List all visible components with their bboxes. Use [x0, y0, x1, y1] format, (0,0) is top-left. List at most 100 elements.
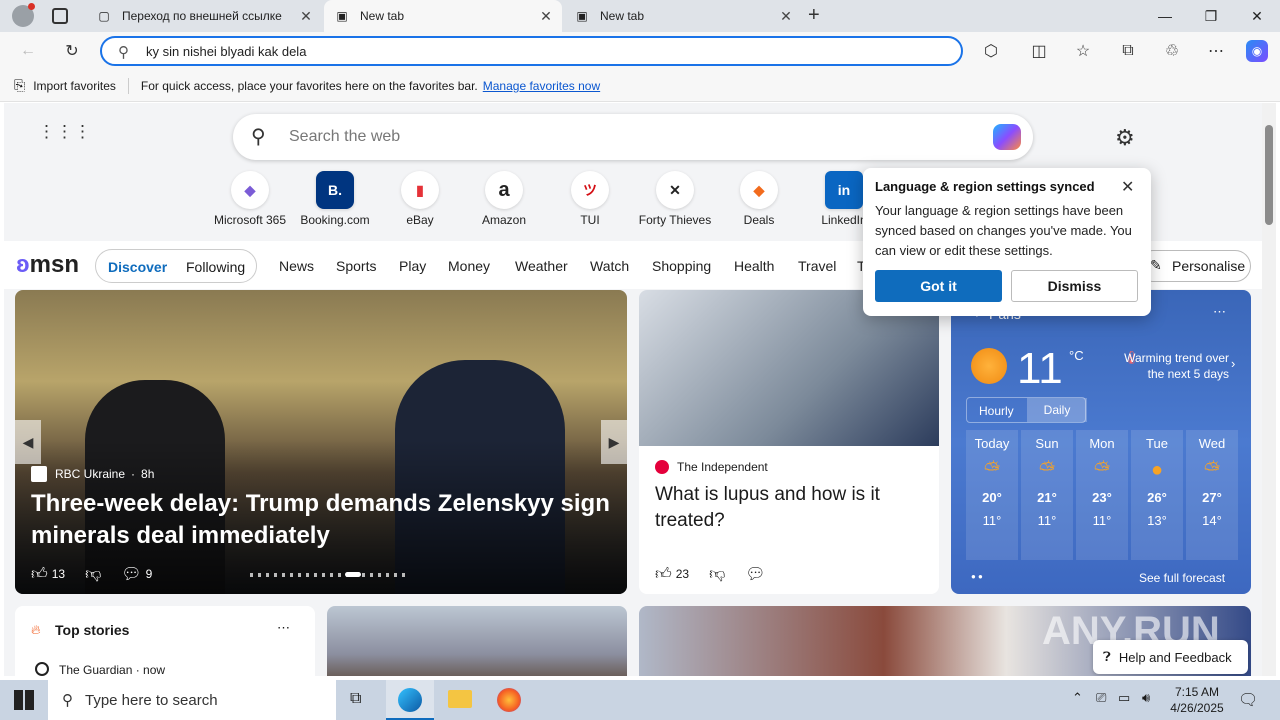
nav-watch[interactable]: Watch — [590, 258, 629, 274]
daily-tab[interactable]: Daily — [1027, 398, 1087, 422]
day-2[interactable]: Mon ⛅︎ 23° 11° — [1076, 430, 1128, 560]
address-input[interactable]: ky sin nishei blyadi kak dela — [146, 44, 306, 59]
story-headline[interactable]: What is lupus and how is it treated? — [655, 482, 925, 534]
tray-chevron-icon[interactable]: ⌃ — [1072, 690, 1083, 706]
more-icon[interactable]: ⋯ — [1205, 40, 1227, 62]
favorites-icon[interactable]: ☆ — [1072, 40, 1094, 62]
extensions-icon[interactable]: ⬡ — [980, 40, 1002, 62]
weather-trend[interactable]: Warming trend over the next 5 days — [1111, 350, 1229, 382]
profile-icon[interactable] — [12, 3, 35, 27]
more-options-icon[interactable]: ⋯ — [1213, 304, 1226, 320]
restore-icon[interactable]: ❐ — [1188, 0, 1234, 32]
carousel-next-button[interactable]: ▶ — [601, 420, 627, 464]
feed-toggle: Discover Following — [95, 249, 257, 283]
close-icon[interactable]: ✕ — [298, 8, 314, 24]
import-icon[interactable]: ⎘ — [14, 77, 25, 94]
like-icon[interactable]: 👍︎ — [655, 565, 672, 584]
hero-headline[interactable]: Three-week delay: Trump demands Zelensky… — [31, 488, 611, 552]
scrollbar-thumb[interactable] — [1265, 125, 1273, 225]
msn-logo[interactable]: ʚmsn — [16, 251, 79, 279]
file-explorer-icon[interactable] — [448, 690, 472, 708]
import-favorites-button[interactable]: Import favorites — [33, 79, 116, 93]
dislike-icon[interactable]: 👎︎ — [709, 565, 725, 584]
tray-network-icon[interactable]: ⎚ — [1096, 690, 1106, 706]
search-placeholder[interactable]: Search the web — [289, 128, 400, 146]
chevron-right-icon[interactable]: › — [1231, 356, 1235, 371]
close-icon[interactable]: ✕ — [538, 8, 554, 24]
tab-actions-icon[interactable] — [52, 8, 68, 24]
quicklink-microsoft-365[interactable]: ◆ Microsoft 365 — [207, 171, 293, 227]
top-stories-title[interactable]: Top stories — [55, 622, 129, 638]
day-3[interactable]: Tue ● 26° 13° — [1131, 430, 1183, 560]
more-options-icon[interactable]: ⋯ — [277, 620, 290, 636]
close-icon[interactable]: ✕ — [778, 8, 794, 24]
apps-launcher-icon[interactable]: ⋮⋮⋮ — [38, 123, 91, 147]
comment-icon[interactable]: 💬︎ — [121, 564, 141, 584]
copilot-icon[interactable] — [993, 124, 1021, 150]
collections-icon[interactable]: ⧉ — [1117, 40, 1139, 62]
back-icon[interactable]: ← — [17, 40, 39, 62]
taskbar-search-box[interactable]: ⚲ Type here to search — [48, 680, 336, 720]
nav-shopping[interactable]: Shopping — [652, 258, 711, 274]
nav-weather[interactable]: Weather — [515, 258, 568, 274]
carousel-prev-button[interactable]: ◀ — [15, 420, 41, 464]
tray-volume-icon[interactable]: 🔊︎ — [1142, 690, 1150, 706]
address-bar[interactable]: ⚲ ky sin nishei blyadi kak dela — [100, 36, 963, 66]
edge-taskbar-icon[interactable] — [386, 680, 434, 720]
quicklink-deals[interactable]: ◆ Deals — [716, 171, 802, 227]
task-view-icon[interactable]: ⧉ — [350, 690, 361, 708]
new-tab-icon[interactable]: + — [808, 4, 820, 27]
nav-sports[interactable]: Sports — [336, 258, 376, 274]
tray-display-icon[interactable]: ▭ — [1118, 690, 1130, 706]
clock[interactable]: 7:15 AM 4/26/2025 — [1160, 684, 1234, 716]
help-feedback-button[interactable]: ❓︎ Help and Feedback — [1093, 640, 1248, 674]
nav-money[interactable]: Money — [448, 258, 490, 274]
dislike-icon[interactable]: 👎︎ — [85, 565, 101, 584]
like-icon[interactable]: 👍︎ — [31, 565, 48, 584]
page-scrollbar[interactable] — [1262, 103, 1276, 676]
booking-icon: B. — [316, 171, 354, 209]
quicklink-booking[interactable]: B. Booking.com — [292, 171, 378, 227]
manage-favorites-link[interactable]: Manage favorites now — [483, 79, 600, 93]
split-screen-icon[interactable]: ◫ — [1028, 40, 1050, 62]
performance-icon[interactable]: ♲ — [1161, 40, 1183, 62]
day-1[interactable]: Sun ⛅︎ 21° 11° — [1021, 430, 1073, 560]
refresh-icon[interactable]: ↻ — [61, 40, 83, 62]
following-tab[interactable]: Following — [186, 259, 245, 275]
weather-page-dots[interactable]: ● ● — [971, 572, 983, 581]
quicklink-ebay[interactable]: ▮ eBay — [377, 171, 463, 227]
hourly-tab[interactable]: Hourly — [979, 404, 1014, 418]
quicklink-amazon[interactable]: a Amazon — [461, 171, 547, 227]
carousel-dots[interactable] — [250, 573, 410, 577]
nav-news[interactable]: News — [279, 258, 314, 274]
quicklink-tui[interactable]: ツ TUI — [547, 171, 633, 227]
tab-2[interactable]: ▣ New tab ✕ — [324, 0, 562, 32]
window-close-icon[interactable]: ✕ — [1234, 0, 1280, 32]
nav-play[interactable]: Play — [399, 258, 426, 274]
comment-icon[interactable]: 💬︎ — [745, 564, 765, 584]
see-full-forecast-link[interactable]: See full forecast — [1139, 571, 1225, 585]
tab-1[interactable]: ▢ Переход по внешней ссылке ✕ — [86, 0, 322, 32]
personalise-button[interactable]: ✎ Personalise — [1137, 250, 1251, 282]
story-card[interactable]: The Independent What is lupus and how is… — [639, 290, 939, 594]
nav-health[interactable]: Health — [734, 258, 774, 274]
day-0[interactable]: Today ⛅︎ 20° 11° — [966, 430, 1018, 560]
hero-card[interactable]: ◀ ▶ RBC Ukraine · 8h Three-week delay: Tru… — [15, 290, 627, 594]
notifications-icon[interactable]: 🗨︎ — [1238, 690, 1258, 710]
dismiss-button[interactable]: Dismiss — [1011, 270, 1138, 302]
copilot-icon[interactable]: ◉ — [1246, 40, 1268, 62]
minimize-icon[interactable]: — — [1142, 0, 1188, 32]
discover-tab[interactable]: Discover — [108, 259, 167, 275]
weather-card[interactable]: ▼ Paris ⋯ 11 °C 🌡︎ Warming trend over th… — [951, 290, 1251, 594]
nav-travel[interactable]: Travel — [798, 258, 836, 274]
castle-story-card[interactable] — [327, 606, 627, 676]
settings-icon[interactable]: ⚙ — [1115, 125, 1135, 151]
got-it-button[interactable]: Got it — [875, 270, 1002, 302]
quicklink-forty-thieves[interactable]: ✕ Forty Thieves — [632, 171, 718, 227]
firefox-icon[interactable] — [497, 688, 521, 712]
windows-start-icon[interactable] — [14, 690, 34, 710]
day-4[interactable]: Wed ⛅︎ 27° 14° — [1186, 430, 1238, 560]
web-search-box[interactable]: ⚲ Search the web — [233, 114, 1033, 160]
close-icon[interactable]: ✕ — [1121, 177, 1134, 197]
tab-3[interactable]: ▣ New tab ✕ — [564, 0, 802, 32]
